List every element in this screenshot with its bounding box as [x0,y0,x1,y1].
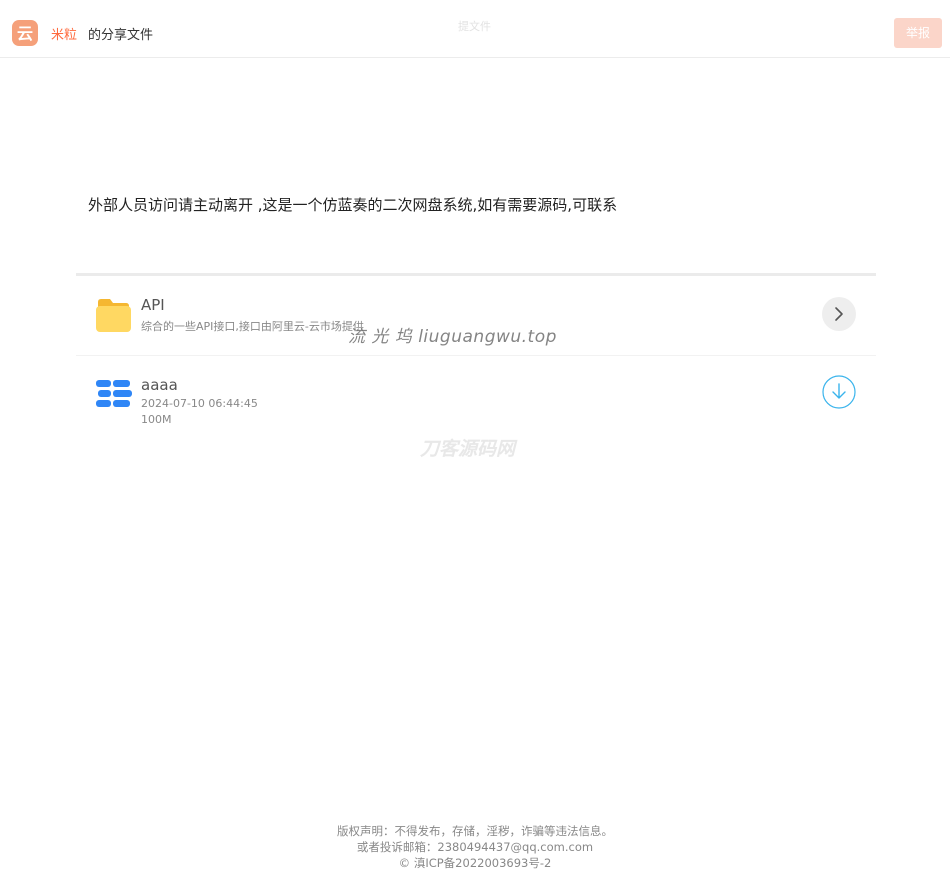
item-name[interactable]: API [141,296,165,314]
item-name[interactable]: aaaa [141,376,178,394]
share-description: 外部人员访问请主动离开 ,这是一个仿蓝奏的二次网盘系统,如有需要源码,可联系 [88,196,618,214]
item-date: 2024-07-10 06:44:45 [141,397,258,410]
page-title: 提文件 [458,20,491,33]
open-folder-button[interactable] [822,297,856,331]
file-icon [96,380,132,407]
watermark-secondary: 刀客源码网 [420,438,516,460]
watermark-primary: 流 光 坞 liuguangwu.top [348,327,557,347]
cloud-logo-icon: 云 [12,20,38,46]
sharer-username[interactable]: 米粒 [51,24,77,43]
footer-copyright: 版权声明：不得发布，存储，淫秽，诈骗等违法信息。 [337,824,613,838]
item-description: 综合的一些API接口,接口由阿里云-云市场提供 [141,320,364,333]
footer-complaint-email: 或者投诉邮箱：2380494437@qq.com.com [356,840,594,854]
share-page: 云 米粒 的分享文件 提文件 举报 外部人员访问请主动离开 ,这是一个仿蓝奏的二… [0,0,950,891]
share-label: 的分享文件 [88,28,154,43]
download-icon[interactable] [822,375,856,409]
footer: 版权声明：不得发布，存储，淫秽，诈骗等违法信息。 或者投诉邮箱：23804944… [0,823,950,871]
item-size: 100M [141,413,172,426]
folder-icon [96,299,131,332]
footer-icp-record[interactable]: © 滇ICP备2022003693号-2 [0,855,950,871]
chevron-right-icon [835,307,843,321]
report-button[interactable]: 举报 [894,18,942,48]
list-item-file[interactable]: aaaa 2024-07-10 06:44:45 100M [76,357,876,437]
header-bar: 云 米粒 的分享文件 提文件 举报 [0,0,950,58]
svg-text:云: 云 [17,24,33,43]
